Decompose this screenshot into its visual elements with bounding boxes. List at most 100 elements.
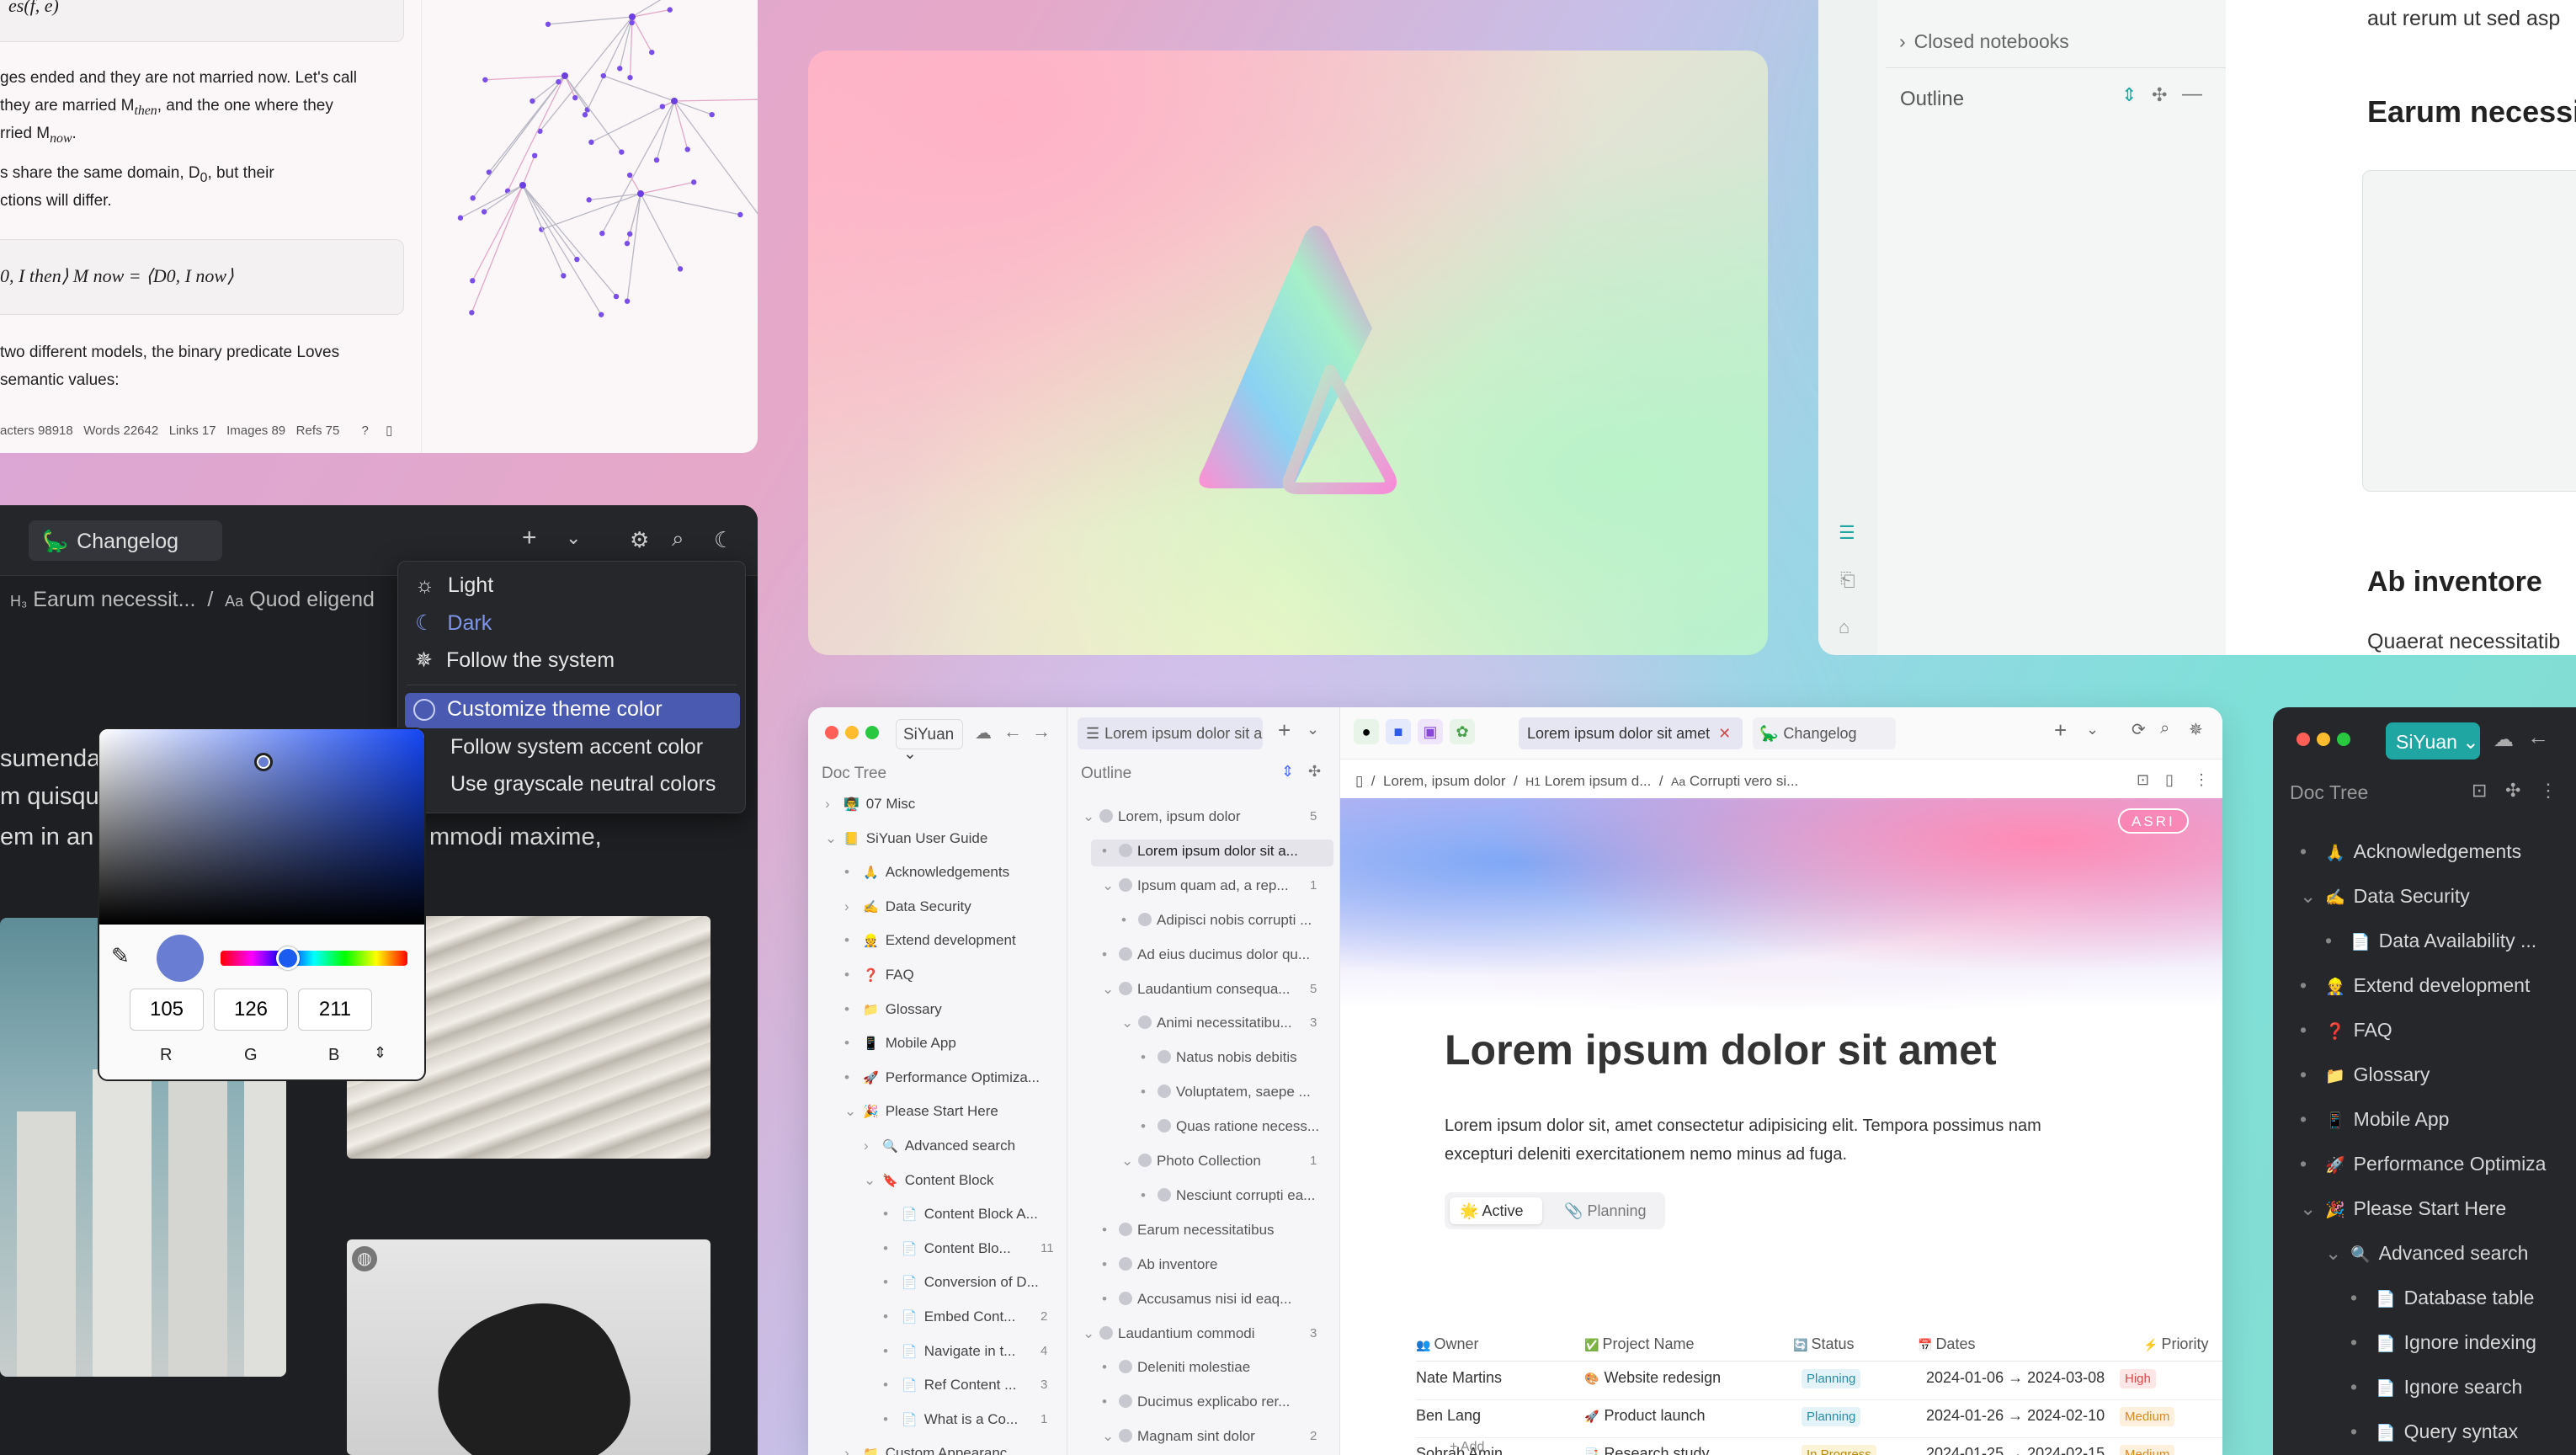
chevron-right-icon[interactable]: › bbox=[844, 898, 858, 915]
chevron-right-icon[interactable]: › bbox=[864, 1138, 877, 1154]
chevron-down-icon[interactable]: ⌄ bbox=[1121, 1153, 1135, 1170]
doc-tree-item[interactable]: • 📄 Content Blo... bbox=[883, 1240, 1011, 1257]
outline-item[interactable]: • Ad eius ducimus dolor qu... bbox=[1102, 946, 1310, 963]
sprout-icon[interactable]: ✿ bbox=[1450, 719, 1475, 744]
doc-tree-item[interactable]: • 📄 Ignore search bbox=[2350, 1376, 2522, 1399]
graph-node[interactable] bbox=[627, 74, 633, 81]
globe-icon[interactable]: ◍ bbox=[352, 1246, 377, 1271]
paragraph-line[interactable]: Lorem ipsum dolor sit, amet consectetur … bbox=[1445, 1117, 2041, 1136]
doc-tree-item[interactable]: ⌄ 🎉 Please Start Here bbox=[2300, 1197, 2506, 1220]
doc-tree-item[interactable]: › 👨‍🏫 07 Misc bbox=[825, 796, 915, 813]
cloud-icon[interactable]: ☁ bbox=[2494, 728, 2514, 752]
doc-info-icon[interactable]: ▯ bbox=[2165, 771, 2174, 789]
focus-icon[interactable]: ✣ bbox=[2152, 84, 2167, 106]
graph-node[interactable] bbox=[562, 72, 568, 79]
workspace-switcher[interactable]: SiYuan ⌄ bbox=[2386, 722, 2480, 759]
table-header[interactable]: 📅 Dates bbox=[1918, 1335, 1975, 1353]
breadcrumb-item[interactable]: Lorem ipsum d... bbox=[1545, 773, 1652, 789]
blue-input[interactable] bbox=[298, 989, 372, 1031]
graph-node[interactable] bbox=[470, 195, 476, 201]
outline-item[interactable]: ⌄ Laudantium commodi bbox=[1083, 1325, 1255, 1342]
table-header[interactable]: ⚡ Priority bbox=[2143, 1335, 2208, 1353]
chevron-down-icon[interactable]: ⌄ bbox=[1102, 981, 1115, 998]
graph-node[interactable] bbox=[626, 231, 633, 237]
owner-cell[interactable]: Ben Lang bbox=[1416, 1407, 1481, 1425]
close-icon[interactable]: ✕ bbox=[1718, 725, 1731, 742]
outline-item[interactable]: ⌄ Laudantium consequa... bbox=[1102, 981, 1290, 998]
breadcrumb-item[interactable]: Lorem, ipsum dolor bbox=[1383, 773, 1506, 789]
help-icon[interactable]: ? bbox=[362, 424, 369, 438]
graph-node[interactable] bbox=[481, 209, 487, 215]
theme-icon[interactable]: ✵ bbox=[2189, 719, 2203, 740]
expand-collapse-icon[interactable]: ⇕ bbox=[2121, 84, 2137, 106]
priority-badge[interactable]: Medium bbox=[2120, 1407, 2175, 1426]
view-tab-planning[interactable]: 📎 Planning bbox=[1564, 1202, 1647, 1220]
chevron-down-icon[interactable]: ⌄ bbox=[844, 1103, 858, 1120]
view-tab-active[interactable]: 🌟 Active bbox=[1450, 1197, 1542, 1224]
chevron-down-icon[interactable]: ⌄ bbox=[864, 1172, 877, 1189]
minimize-icon[interactable]: — bbox=[2182, 83, 2202, 106]
graph-node[interactable] bbox=[469, 310, 475, 316]
hue-slider[interactable] bbox=[221, 951, 407, 966]
collapse-icon[interactable]: ✣ bbox=[2505, 780, 2520, 802]
outline-item[interactable]: • Natus nobis debitis bbox=[1141, 1049, 1297, 1066]
graph-node[interactable] bbox=[649, 49, 655, 56]
breadcrumb-item[interactable]: Corrupti vero si... bbox=[1690, 773, 1798, 789]
outline-item[interactable]: • Voluptatem, saepe ... bbox=[1141, 1084, 1311, 1101]
workspace-switcher[interactable]: SiYuan ⌄ bbox=[896, 719, 963, 763]
doc-tree-item[interactable]: • 📄 Conversion of D... bbox=[883, 1274, 1039, 1291]
focus-icon[interactable]: ⊡ bbox=[2472, 780, 2487, 802]
graph-node[interactable] bbox=[690, 179, 697, 185]
chevron-down-icon[interactable]: ⌄ bbox=[1083, 808, 1096, 825]
chevron-down-icon[interactable]: ⌄ bbox=[825, 830, 838, 847]
graph-node[interactable] bbox=[531, 152, 538, 159]
status-badge[interactable]: In Progress bbox=[1802, 1445, 1876, 1455]
outline-item[interactable]: ⌄ Lorem, ipsum dolor bbox=[1083, 808, 1241, 825]
outline-item[interactable]: • Quas ratione necess... bbox=[1141, 1118, 1319, 1135]
doc-tree-item[interactable]: • 📄 Navigate in t... bbox=[883, 1343, 1015, 1360]
plugin-icon[interactable]: ⚙ bbox=[630, 527, 649, 553]
panel-icon[interactable]: ▯ bbox=[386, 424, 392, 438]
chevron-down-icon[interactable]: ⌄ bbox=[2086, 721, 2099, 738]
doc-tree-item[interactable]: • 📁 Glossary bbox=[844, 1001, 942, 1018]
outline-item[interactable]: • Ducimus explicabo rer... bbox=[1102, 1394, 1290, 1410]
doc-tree-item[interactable]: ⌄ 🔖 Content Block bbox=[864, 1172, 994, 1189]
tab-active-doc[interactable]: Lorem ipsum dolor sit amet ✕ bbox=[1519, 717, 1743, 749]
menu-item-follow-system[interactable]: ✵ Follow the system bbox=[415, 648, 615, 673]
graph-node[interactable] bbox=[574, 256, 580, 263]
menu-item-follow-accent[interactable]: Follow system accent color bbox=[450, 735, 703, 759]
doc-tree-item[interactable]: • 👷 Extend development bbox=[2300, 974, 2530, 997]
outline-item[interactable]: ⌄ Animi necessitatibu... bbox=[1121, 1015, 1292, 1031]
graph-view[interactable] bbox=[422, 0, 758, 453]
add-tab-icon[interactable]: + bbox=[522, 524, 537, 552]
doc-tree-item[interactable]: • 📄 Data Availability ... bbox=[2325, 930, 2536, 952]
graph-node[interactable] bbox=[482, 77, 488, 83]
chevron-down-icon[interactable]: ⌄ bbox=[566, 527, 581, 549]
doc-tree-item[interactable]: • 🚀 Performance Optimiza bbox=[2300, 1153, 2546, 1175]
chevron-right-icon[interactable]: › bbox=[825, 796, 838, 813]
sync-icon[interactable]: ⟳ bbox=[2132, 719, 2146, 740]
project-cell[interactable]: 🎨 Website redesign bbox=[1584, 1369, 1721, 1387]
graph-node[interactable] bbox=[619, 149, 625, 155]
graph-node[interactable] bbox=[582, 112, 588, 118]
doc-tree-item[interactable]: ⌄ 📒 SiYuan User Guide bbox=[825, 830, 987, 847]
date-cell[interactable]: 2024-01-06 → 2024-03-08 bbox=[1926, 1369, 2105, 1387]
forward-icon[interactable]: → bbox=[1032, 721, 1051, 743]
graph-node[interactable] bbox=[709, 111, 715, 118]
chevron-down-icon[interactable]: ⌄ bbox=[2300, 1197, 2318, 1220]
plugin-icon[interactable]: ● bbox=[1354, 719, 1379, 744]
priority-badge[interactable]: High bbox=[2120, 1369, 2156, 1388]
table-header[interactable]: 👥 Owner bbox=[1416, 1335, 1478, 1353]
breadcrumb-item[interactable]: Earum necessit... bbox=[33, 588, 195, 611]
add-row-button[interactable]: + Add bbox=[1450, 1440, 1484, 1455]
date-cell[interactable]: 2024-01-25 → 2024-02-15 bbox=[1926, 1445, 2105, 1455]
doc-tree-item[interactable]: › ✍ Data Security bbox=[844, 898, 971, 915]
window-controls[interactable] bbox=[825, 726, 886, 743]
status-badge[interactable]: Planning bbox=[1802, 1369, 1861, 1388]
priority-badge[interactable]: Medium bbox=[2120, 1445, 2175, 1455]
cloud-icon[interactable]: ☁ bbox=[975, 722, 992, 743]
doc-tree-item[interactable]: • 📄 Ref Content ... bbox=[883, 1377, 1016, 1394]
doc-tree-item[interactable]: • 📄 Query syntax bbox=[2350, 1420, 2518, 1443]
chevron-down-icon[interactable]: ⌄ bbox=[1121, 1015, 1135, 1031]
graph-node[interactable] bbox=[624, 240, 631, 247]
